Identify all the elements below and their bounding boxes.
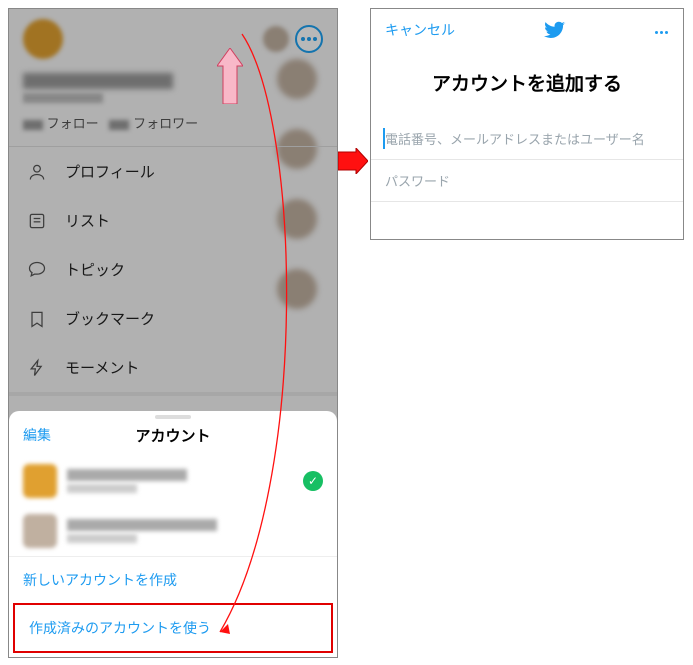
display-name bbox=[23, 73, 173, 89]
menu-label: ブックマーク bbox=[65, 308, 155, 329]
highlight-annotation: 作成済みのアカウントを使う bbox=[13, 603, 333, 653]
menu-label: トピック bbox=[65, 259, 125, 280]
drawer-panel: フォロー フォロワー プロフィール リスト トピック ブックマーク bbox=[8, 8, 338, 658]
arrow-annotation bbox=[338, 148, 368, 179]
menu-moment[interactable]: モーメント bbox=[9, 343, 337, 392]
avatar-small[interactable] bbox=[263, 26, 289, 52]
cancel-button[interactable]: キャンセル bbox=[385, 20, 455, 40]
bookmark-icon bbox=[27, 309, 47, 329]
account-row[interactable]: ✓ bbox=[9, 456, 337, 506]
menu-label: プロフィール bbox=[65, 161, 155, 182]
menu-profile[interactable]: プロフィール bbox=[9, 147, 337, 196]
password-input[interactable]: パスワード bbox=[371, 160, 683, 202]
account-sheet: 編集 アカウント ✓ 新しいアカウントを作成 作成済みのアカウントを使う bbox=[9, 411, 337, 657]
user-handle bbox=[23, 93, 103, 103]
person-icon bbox=[27, 162, 47, 182]
list-icon bbox=[27, 211, 47, 231]
arrow-annotation bbox=[217, 48, 243, 109]
topic-icon bbox=[27, 260, 47, 280]
menu-list[interactable]: リスト bbox=[9, 196, 337, 245]
login-panel: キャンセル アカウントを追加する 電話番号、メールアドレスまたはユーザー名 パス… bbox=[370, 8, 684, 240]
login-title: アカウントを追加する bbox=[371, 51, 683, 118]
menu-label: モーメント bbox=[65, 357, 139, 378]
follow-stats[interactable]: フォロー フォロワー bbox=[9, 109, 337, 146]
avatar bbox=[23, 464, 57, 498]
username-input[interactable]: 電話番号、メールアドレスまたはユーザー名 bbox=[371, 118, 683, 160]
avatar[interactable] bbox=[23, 19, 63, 59]
menu-label: リスト bbox=[65, 210, 110, 231]
twitter-bird-icon bbox=[544, 19, 566, 41]
edit-button[interactable]: 編集 bbox=[23, 425, 51, 445]
use-existing-account-link[interactable]: 作成済みのアカウントを使う bbox=[15, 605, 331, 651]
account-row[interactable] bbox=[9, 506, 337, 556]
create-new-account-link[interactable]: 新しいアカウントを作成 bbox=[9, 556, 337, 603]
check-icon: ✓ bbox=[303, 471, 323, 491]
menu-bookmark[interactable]: ブックマーク bbox=[9, 294, 337, 343]
drawer-header bbox=[9, 9, 337, 69]
avatar bbox=[23, 514, 57, 548]
accounts-more-button[interactable] bbox=[295, 25, 323, 53]
sheet-title: アカウント bbox=[135, 428, 210, 445]
menu-topic[interactable]: トピック bbox=[9, 245, 337, 294]
bolt-icon bbox=[27, 358, 47, 378]
followers-label: フォロワー bbox=[133, 116, 198, 131]
more-options-button[interactable] bbox=[654, 21, 669, 39]
following-label: フォロー bbox=[47, 116, 99, 131]
